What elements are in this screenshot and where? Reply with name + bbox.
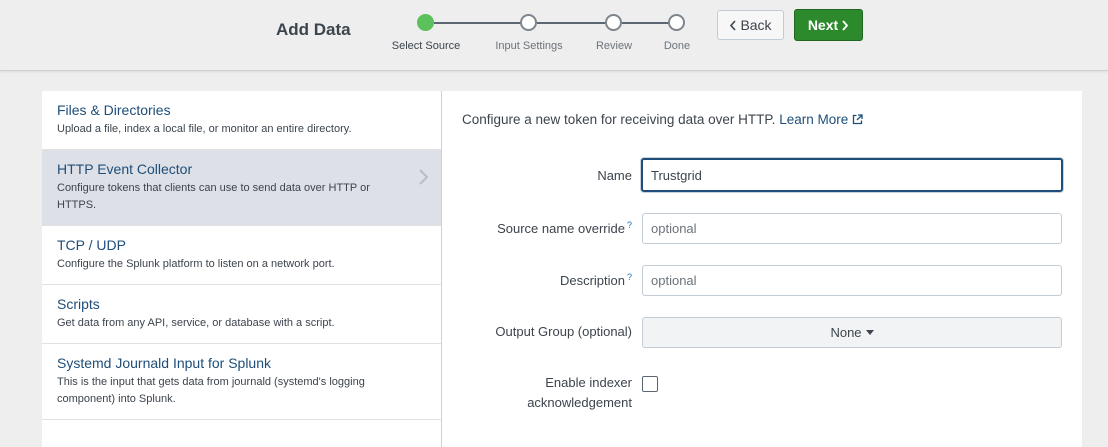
step-review-dot	[605, 14, 622, 31]
step-connector	[537, 22, 607, 24]
step-select-source-dot	[417, 14, 434, 31]
next-button-label: Next	[807, 17, 839, 33]
source-item-title: Systemd Journald Input for Splunk	[57, 355, 272, 371]
description-input[interactable]	[642, 265, 1062, 296]
page-header: Add Data Select Source Input Settings Re…	[0, 0, 1108, 71]
indexer-ack-label: Enable indexer acknowledgement	[527, 375, 632, 410]
description-label: Description?	[560, 272, 632, 288]
step-select-source-label: Select Source	[391, 40, 461, 52]
source-item-description: Get data from any API, service, or datab…	[57, 317, 335, 329]
caret-down-icon	[865, 330, 874, 335]
source-item-scripts[interactable]: Scripts Get data from any API, service, …	[42, 285, 441, 344]
learn-more-link[interactable]: Learn More	[779, 112, 863, 127]
step-done-dot	[668, 14, 685, 31]
chevron-right-icon	[419, 169, 429, 185]
step-input-settings-dot	[520, 14, 537, 31]
description-label-text: Description	[559, 273, 625, 288]
source-item-systemd-journald[interactable]: Systemd Journald Input for Splunk This i…	[42, 344, 441, 420]
name-input[interactable]	[641, 158, 1063, 192]
source-item-title: TCP / UDP	[57, 237, 126, 253]
page-title: Add Data	[276, 20, 351, 39]
token-form-panel: Configure a new token for receiving data…	[442, 91, 1082, 447]
source-name-label: Source name override?	[497, 220, 632, 236]
chevron-left-icon	[730, 19, 737, 31]
source-item-title: Files & Directories	[57, 102, 171, 118]
next-button[interactable]: Next	[794, 9, 863, 41]
output-group-value: None	[830, 325, 862, 340]
source-item-description: Configure the Splunk platform to listen …	[57, 258, 335, 270]
help-icon[interactable]: ?	[627, 272, 632, 282]
step-done-label: Done	[663, 40, 691, 52]
step-connector	[434, 22, 522, 24]
source-item-http-event-collector[interactable]: HTTP Event Collector Configure tokens th…	[42, 150, 441, 226]
wizard-steps: Select Source Input Settings Review Done	[386, 12, 706, 62]
source-item-title: Scripts	[57, 296, 100, 312]
source-item-description: Configure tokens that clients can use to…	[57, 182, 370, 211]
external-link-icon	[853, 114, 863, 125]
back-button-label: Back	[740, 17, 772, 33]
chevron-right-icon	[842, 19, 849, 31]
source-name-label-text: Source name override	[497, 221, 625, 236]
output-group-label: Output Group (optional)	[495, 324, 632, 339]
indexer-ack-checkbox[interactable]	[642, 376, 658, 392]
source-item-title: HTTP Event Collector	[57, 161, 193, 177]
step-review-label: Review	[595, 40, 633, 52]
source-item-files-directories[interactable]: Files & Directories Upload a file, index…	[42, 91, 441, 150]
source-name-input[interactable]	[642, 213, 1062, 244]
form-intro: Configure a new token for receiving data…	[462, 112, 863, 127]
source-item-tcp-udp[interactable]: TCP / UDP Configure the Splunk platform …	[42, 226, 441, 285]
source-item-description: Upload a file, index a local file, or mo…	[57, 123, 352, 135]
source-list: Files & Directories Upload a file, index…	[42, 91, 442, 447]
step-input-settings-label: Input Settings	[495, 40, 563, 52]
back-button[interactable]: Back	[717, 10, 784, 40]
learn-more-label: Learn More	[779, 112, 849, 127]
name-label: Name	[597, 168, 632, 183]
source-item-description: This is the input that gets data from jo…	[57, 376, 365, 405]
intro-text: Configure a new token for receiving data…	[462, 112, 776, 127]
step-connector	[622, 22, 670, 24]
help-icon[interactable]: ?	[627, 220, 632, 230]
output-group-select[interactable]: None	[642, 317, 1062, 348]
